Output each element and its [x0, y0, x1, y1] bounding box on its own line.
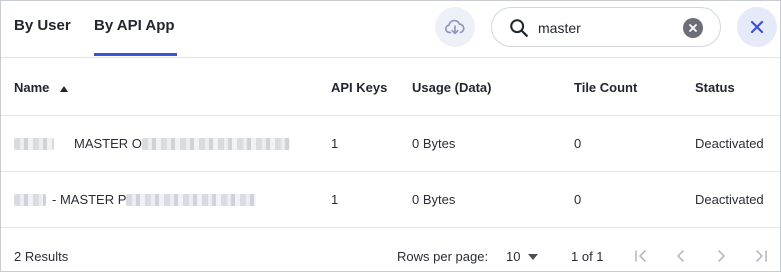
results-count: 2 Results — [14, 249, 69, 264]
first-page-button[interactable] — [630, 245, 652, 267]
column-header-usage[interactable]: Usage (Data) — [412, 80, 491, 95]
redacted-text — [126, 193, 257, 206]
name-cell: - MASTER P — [14, 192, 257, 207]
api-keys-cell: 1 — [331, 136, 339, 151]
status-cell: Deactivated — [695, 136, 764, 151]
sort-asc-icon — [60, 85, 69, 92]
tab-by-api-app[interactable]: By API App — [94, 17, 175, 34]
search-input[interactable] — [538, 18, 668, 38]
name-cell: MASTER O — [14, 136, 290, 151]
api-keys-cell: 1 — [331, 192, 339, 207]
redacted-text — [141, 137, 290, 150]
table-row[interactable]: MASTER O 1 0 Bytes 0 Deactivated — [1, 116, 780, 172]
search-box — [491, 7, 721, 47]
clear-search-button[interactable] — [683, 18, 703, 38]
api-app-table-panel: By User By API App master Name API Keys … — [0, 0, 781, 272]
redacted-text — [14, 193, 46, 206]
tab-by-user[interactable]: By User — [14, 17, 71, 34]
column-header-name[interactable]: Name — [14, 80, 69, 95]
toolbar: By User By API App — [1, 1, 780, 58]
status-cell: Deactivated — [695, 192, 764, 207]
table-footer: 2 Results Rows per page: 10 1 of 1 — [1, 238, 780, 271]
chevron-right-icon — [718, 250, 725, 262]
active-tab-indicator — [94, 53, 177, 56]
download-button[interactable] — [435, 7, 475, 47]
column-header-tile-count[interactable]: Tile Count — [574, 80, 637, 95]
previous-page-button[interactable] — [670, 245, 692, 267]
rows-per-page-select[interactable]: 10 — [506, 249, 539, 264]
page-info: 1 of 1 — [571, 249, 604, 264]
app-name: MASTER O — [74, 136, 142, 151]
table-header: Name API Keys Usage (Data) Tile Count St… — [1, 59, 780, 116]
next-page-button[interactable] — [710, 245, 732, 267]
close-button[interactable] — [737, 7, 777, 47]
column-header-status[interactable]: Status — [695, 80, 735, 95]
usage-cell: 0 Bytes — [412, 136, 456, 151]
column-header-api-keys[interactable]: API Keys — [331, 80, 387, 95]
tile-count-cell: 0 — [574, 192, 582, 207]
rows-per-page-value: 10 — [506, 249, 521, 264]
table-row[interactable]: - MASTER P 1 0 Bytes 0 Deactivated — [1, 172, 780, 228]
first-page-icon — [635, 250, 646, 262]
last-page-button[interactable] — [750, 245, 772, 267]
close-icon — [750, 20, 764, 34]
search-icon — [510, 19, 528, 37]
chevron-left-icon — [677, 250, 684, 262]
column-header-name-label: Name — [14, 80, 50, 95]
clear-icon — [689, 24, 697, 32]
last-page-icon — [756, 250, 767, 262]
cloud-download-icon — [445, 19, 465, 35]
app-name: - MASTER P — [52, 192, 127, 207]
usage-cell: 0 Bytes — [412, 192, 456, 207]
rows-per-page-label: Rows per page: — [397, 249, 489, 264]
tile-count-cell: 0 — [574, 136, 582, 151]
caret-down-icon — [528, 253, 539, 260]
redacted-text — [14, 137, 54, 150]
